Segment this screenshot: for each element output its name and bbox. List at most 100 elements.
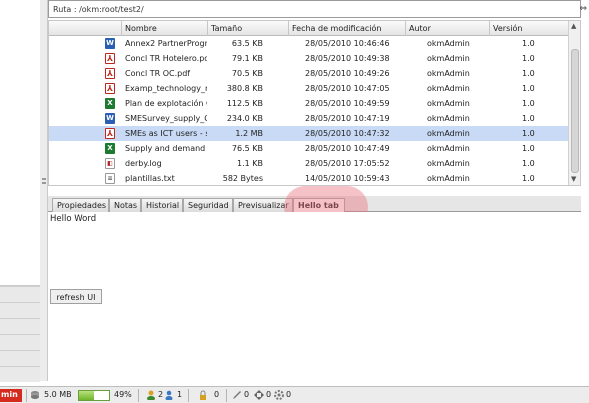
workflow-count: 0 — [286, 390, 292, 399]
file-size: 582 Bytes — [222, 174, 263, 183]
tab-content-panel: Hello Word refresh UI — [48, 212, 581, 381]
tab-propiedades[interactable]: Propiedades — [52, 198, 109, 212]
file-size: 1.1 KB — [237, 159, 263, 168]
excel-file-icon: X — [105, 98, 115, 109]
file-version: 1.0 — [522, 174, 535, 183]
file-name[interactable]: Examp_technology_m — [125, 81, 207, 96]
table-row[interactable]: ⅄ Concl TR OC.pdf 70.5 KB 28/05/2010 10:49:… — [49, 66, 569, 81]
file-modified: 28/05/2010 10:47:05 — [305, 84, 390, 93]
status-bar: min 5.0 MB 49% 2 1 0 0 0 0 — [0, 386, 589, 403]
file-size: 1.2 MB — [235, 129, 263, 138]
file-version: 1.0 — [522, 129, 535, 138]
column-header-modified[interactable]: Fecha de modificación — [288, 21, 405, 36]
file-size: 234.0 KB — [226, 114, 263, 123]
file-size: 112.5 KB — [226, 99, 263, 108]
file-name[interactable]: derby.log — [125, 156, 207, 171]
path-label: Ruta : — [53, 5, 77, 14]
file-version: 1.0 — [522, 69, 535, 78]
file-author: okmAdmin — [427, 39, 470, 48]
refresh-ui-button[interactable]: refresh UI — [50, 289, 102, 304]
scroll-down-icon[interactable]: ▼ — [571, 175, 576, 183]
file-version: 1.0 — [522, 99, 535, 108]
locked-count: 0 — [214, 390, 220, 399]
log-file-icon: ◧ — [105, 158, 115, 169]
expand-arrows-icon[interactable]: ⇔ — [579, 4, 587, 14]
quota-percent: 49% — [114, 390, 132, 399]
file-author: okmAdmin — [427, 129, 470, 138]
pdf-file-icon: ⅄ — [105, 128, 115, 139]
table-row[interactable]: X Plan de explotación C 112.5 KB 28/05/2010… — [49, 96, 569, 111]
table-row[interactable]: W Annex2 PartnerProgre 63.5 KB 28/05/2010 1… — [49, 36, 569, 51]
lock-icon[interactable] — [198, 390, 208, 400]
file-name[interactable]: Concl TR OC.pdf — [125, 66, 207, 81]
folder-tree-pane[interactable] — [0, 0, 40, 286]
table-header: Nombre Tamaño Fecha de modificación Auto… — [49, 21, 569, 36]
table-row[interactable]: ⅄ SMEs as ICT users - s 1.2 MB 28/05/2010 1… — [49, 126, 569, 141]
file-author: okmAdmin — [427, 144, 470, 153]
column-header-size[interactable]: Tamaño — [207, 21, 288, 36]
file-name[interactable]: plantillas.txt — [125, 171, 207, 186]
file-author: okmAdmin — [427, 84, 470, 93]
tab-historial[interactable]: Historial — [141, 198, 183, 212]
file-modified: 28/05/2010 10:49:38 — [305, 54, 390, 63]
table-row[interactable]: X Supply and demand N 76.5 KB 28/05/2010 10… — [49, 141, 569, 156]
subscribed-count: 0 — [266, 390, 272, 399]
file-name[interactable]: Supply and demand N — [125, 141, 207, 156]
path-value[interactable]: /okm:root/test2/ — [79, 5, 144, 14]
file-version: 1.0 — [522, 54, 535, 63]
vertical-splitter[interactable] — [40, 0, 48, 381]
tab-seguridad[interactable]: Seguridad — [183, 198, 233, 212]
nav-stack-item[interactable] — [0, 286, 40, 302]
separator — [188, 389, 189, 402]
table-row[interactable]: ⅄ Concl TR Hotelero.pdf 79.1 KB 28/05/2010 … — [49, 51, 569, 66]
app-window: Ruta : /okm:root/test2/ ⇔ Nombre Tamaño … — [0, 0, 589, 403]
table-row[interactable]: W SMESurvey_supply_G 234.0 KB 28/05/2010 10… — [49, 111, 569, 126]
splitter-grip[interactable] — [42, 178, 46, 180]
file-name[interactable]: Concl TR Hotelero.pdf — [125, 51, 207, 66]
file-name[interactable]: Plan de explotación C — [125, 96, 207, 111]
left-navigation-panel — [0, 0, 40, 382]
table-row[interactable]: ◧ derby.log 1.1 KB 28/05/2010 17:05:52 okmAd… — [49, 156, 569, 171]
file-size: 79.1 KB — [231, 54, 263, 63]
file-size: 380.8 KB — [226, 84, 263, 93]
table-row[interactable]: ≡ plantillas.txt 582 Bytes 14/05/2010 10:59… — [49, 171, 569, 186]
file-modified: 28/05/2010 10:46:46 — [305, 39, 390, 48]
nav-stack-item[interactable] — [0, 302, 40, 318]
nav-stack-item[interactable] — [0, 350, 40, 366]
column-header-name[interactable]: Nombre — [121, 21, 207, 36]
splitter-grip[interactable] — [42, 182, 46, 184]
file-name[interactable]: SMEs as ICT users - s — [125, 126, 207, 141]
workflow-icon[interactable] — [274, 390, 284, 400]
file-author: okmAdmin — [427, 114, 470, 123]
nav-stack-item[interactable] — [0, 334, 40, 350]
pdf-file-icon: ⅄ — [105, 68, 115, 79]
document-area: Ruta : /okm:root/test2/ ⇔ Nombre Tamaño … — [48, 0, 589, 381]
file-modified: 14/05/2010 10:59:43 — [305, 174, 390, 183]
word-file-icon: W — [105, 38, 115, 49]
nav-stack-item[interactable] — [0, 366, 40, 382]
messages-icon[interactable] — [165, 390, 175, 400]
file-name[interactable]: Annex2 PartnerProgre — [125, 36, 207, 51]
column-header-author[interactable]: Autor — [405, 21, 489, 36]
subscribed-icon[interactable] — [254, 390, 264, 400]
users-icon[interactable] — [146, 390, 156, 400]
file-version: 1.0 — [522, 159, 535, 168]
scroll-up-icon[interactable]: ▲ — [571, 22, 576, 30]
file-name[interactable]: SMESurvey_supply_G — [125, 111, 207, 126]
file-author: okmAdmin — [427, 99, 470, 108]
vertical-scrollbar[interactable]: ▲ ▼ — [568, 21, 580, 185]
checkout-icon[interactable] — [232, 390, 242, 400]
file-browser-table: Nombre Tamaño Fecha de modificación Auto… — [48, 20, 581, 186]
file-author: okmAdmin — [427, 174, 470, 183]
excel-file-icon: X — [105, 143, 115, 154]
scroll-thumb[interactable] — [571, 49, 579, 173]
table-row[interactable]: ⅄ Examp_technology_m 380.8 KB 28/05/2010 10… — [49, 81, 569, 96]
pdf-file-icon: ⅄ — [105, 83, 115, 94]
checkout-count: 0 — [244, 390, 250, 399]
user-badge[interactable]: min — [0, 389, 22, 402]
tab-notas[interactable]: Notas — [109, 198, 141, 212]
file-version: 1.0 — [522, 144, 535, 153]
nav-stack-item[interactable] — [0, 318, 40, 334]
column-header-version[interactable]: Versión — [489, 21, 569, 36]
file-modified: 28/05/2010 10:49:26 — [305, 69, 390, 78]
